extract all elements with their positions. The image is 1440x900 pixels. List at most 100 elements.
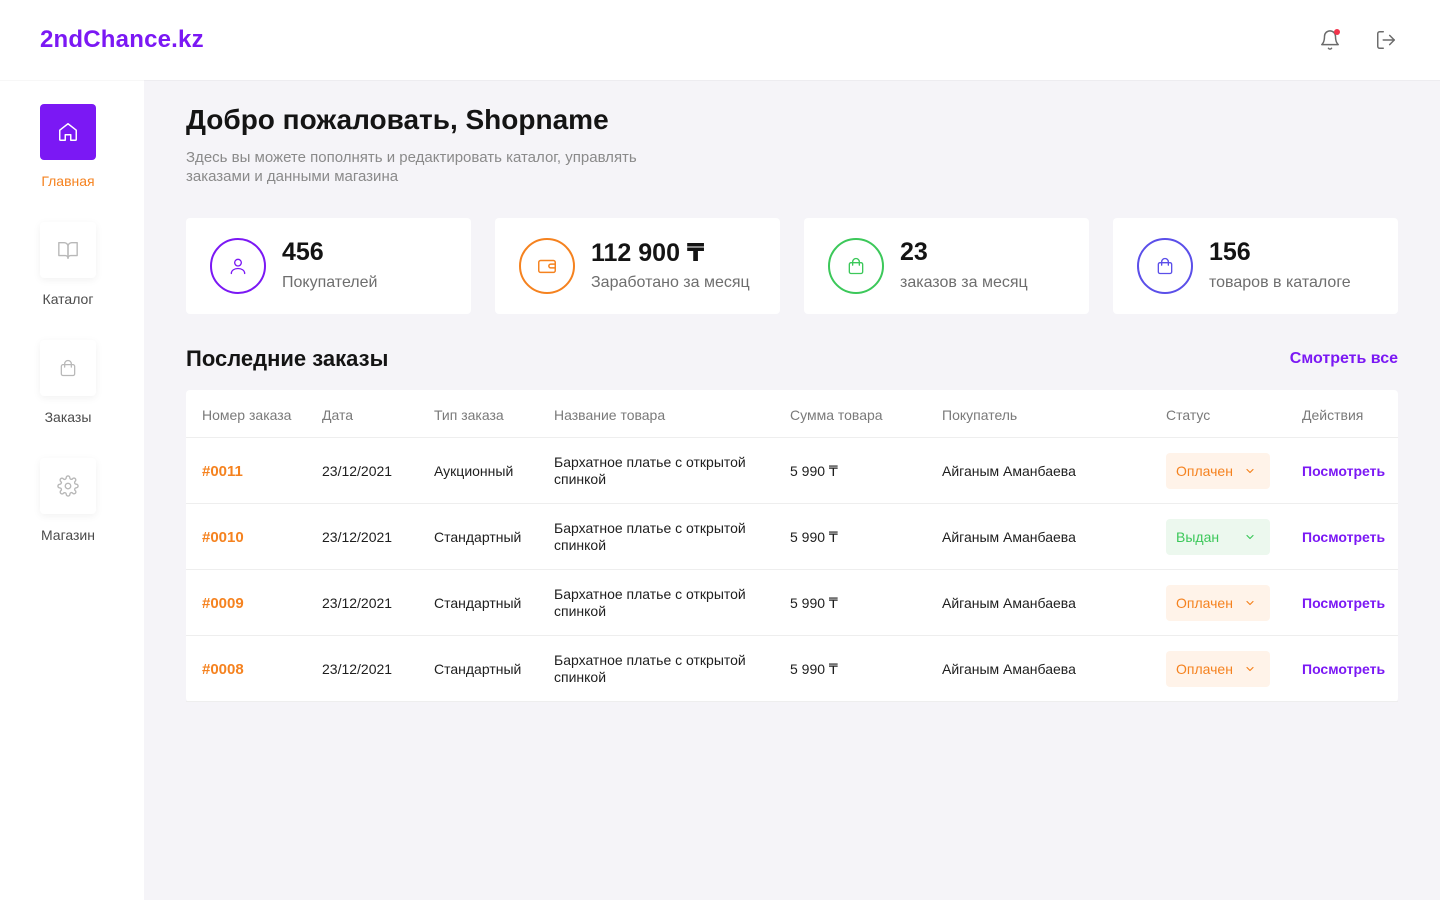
- chevron-down-icon: [1246, 666, 1254, 672]
- product-name: Бархатное платье с открытой спинкой: [554, 586, 746, 619]
- sidebar: Главная Каталог Заказы Магазин: [0, 80, 144, 900]
- sidebar-item-label: Каталог: [42, 291, 94, 307]
- chevron-down-icon: [1246, 534, 1254, 540]
- column-header: Название товара: [554, 407, 666, 423]
- table-row: #0011 23/12/2021 Аукционный Бархатное пл…: [186, 438, 1398, 504]
- orders-section-title: Последние заказы: [186, 346, 389, 371]
- bag-icon: [60, 359, 76, 377]
- book-icon: [58, 241, 78, 259]
- bag-icon: [848, 257, 864, 275]
- column-header: Дата: [322, 407, 354, 423]
- view-order-link[interactable]: Посмотреть: [1302, 504, 1385, 570]
- sidebar-button-catalog[interactable]: [40, 222, 96, 278]
- status-dropdown[interactable]: Оплачен: [1166, 651, 1270, 687]
- product-name: Бархатное платье с открытой спинкой: [554, 454, 746, 487]
- status-label: Оплачен: [1176, 463, 1233, 479]
- order-sum: 5 990 ₸: [790, 660, 838, 677]
- order-date: 23/12/2021: [322, 594, 393, 611]
- table-row: #0009 23/12/2021 Стандартный Бархатное п…: [186, 570, 1398, 636]
- order-sum: 5 990 ₸: [790, 528, 838, 545]
- sidebar-button-shop[interactable]: [40, 458, 96, 514]
- stat-icon-circle: [210, 238, 266, 294]
- sidebar-item-home[interactable]: Главная: [0, 104, 144, 204]
- order-sum: 5 990 ₸: [790, 594, 838, 611]
- sidebar-item-label: Главная: [41, 173, 95, 189]
- gear-icon: [57, 475, 79, 497]
- buyer-name: Айганым Аманбаева: [942, 660, 1076, 677]
- buyer-name: Айганым Аманбаева: [942, 462, 1076, 479]
- notifications-button[interactable]: [1316, 26, 1344, 54]
- home-icon: [59, 123, 77, 141]
- order-number-link[interactable]: #0011: [202, 438, 243, 504]
- status-label: Выдан: [1176, 529, 1220, 545]
- top-bar: 2ndChance.kz: [0, 0, 1440, 80]
- sidebar-item-shop[interactable]: Магазин: [0, 458, 144, 558]
- stat-icon-circle: [828, 238, 884, 294]
- order-type: Стандартный: [434, 528, 522, 545]
- status-dropdown[interactable]: Выдан: [1166, 519, 1270, 555]
- status-label: Оплачен: [1176, 661, 1233, 677]
- page-subtitle: Здесь вы можете пополнять и редактироват…: [186, 149, 637, 185]
- sidebar-button-orders[interactable]: [40, 340, 96, 396]
- order-type: Аукционный: [434, 462, 514, 479]
- column-header: Тип заказа: [434, 407, 504, 423]
- sidebar-button-home[interactable]: [40, 104, 96, 160]
- app-logo[interactable]: 2ndChance.kz: [40, 26, 204, 54]
- stat-value: 112 900 ₸: [591, 239, 705, 267]
- status-label: Оплачен: [1176, 595, 1233, 611]
- column-header: Действия: [1302, 407, 1364, 423]
- order-type: Стандартный: [434, 660, 522, 677]
- order-number-link[interactable]: #0009: [202, 570, 244, 636]
- orders-table: Номер заказа Дата Тип заказа Название то…: [186, 390, 1398, 702]
- order-type: Стандартный: [434, 594, 522, 611]
- view-order-link[interactable]: Посмотреть: [1302, 570, 1385, 636]
- column-header: Номер заказа: [202, 407, 292, 423]
- view-all-link[interactable]: Смотреть все: [1290, 350, 1398, 368]
- stat-label: Покупателей: [282, 274, 378, 291]
- wallet-icon: [538, 259, 556, 274]
- order-sum: 5 990 ₸: [790, 462, 838, 479]
- chevron-down-icon: [1246, 468, 1254, 474]
- logout-icon: [1377, 31, 1395, 49]
- sidebar-item-label: Магазин: [40, 527, 95, 543]
- view-order-link[interactable]: Посмотреть: [1302, 438, 1385, 504]
- order-number-link[interactable]: #0010: [202, 504, 244, 570]
- view-order-link[interactable]: Посмотреть: [1302, 636, 1385, 702]
- notification-dot: [1334, 29, 1340, 35]
- buyer-name: Айганым Аманбаева: [942, 528, 1076, 545]
- stat-card-orders: 23 заказов за месяц: [804, 218, 1089, 314]
- order-number-link[interactable]: #0008: [202, 636, 244, 702]
- column-header: Статус: [1166, 407, 1211, 423]
- stat-label: товаров в каталоге: [1209, 274, 1351, 291]
- order-date: 23/12/2021: [322, 528, 393, 545]
- stat-icon-circle: [1137, 238, 1193, 294]
- order-date: 23/12/2021: [322, 462, 393, 479]
- table-row: #0010 23/12/2021 Стандартный Бархатное п…: [186, 504, 1398, 570]
- product-name: Бархатное платье с открытой спинкой: [554, 652, 746, 685]
- sidebar-item-orders[interactable]: Заказы: [0, 340, 144, 440]
- stat-card-customers: 456 Покупателей: [186, 218, 471, 314]
- table-row: #0008 23/12/2021 Стандартный Бархатное п…: [186, 636, 1398, 702]
- bag-icon: [1157, 257, 1173, 275]
- status-dropdown[interactable]: Оплачен: [1166, 585, 1270, 621]
- status-dropdown[interactable]: Оплачен: [1166, 453, 1270, 489]
- stat-card-earnings: 112 900 ₸ Заработано за месяц: [495, 218, 780, 314]
- stat-label: Заработано за месяц: [591, 274, 750, 291]
- stat-value: 456: [282, 238, 324, 266]
- table-header: Номер заказа Дата Тип заказа Название то…: [186, 390, 1398, 438]
- buyer-name: Айганым Аманбаева: [942, 594, 1076, 611]
- chevron-down-icon: [1246, 600, 1254, 606]
- user-icon: [230, 258, 246, 275]
- order-date: 23/12/2021: [322, 660, 393, 677]
- stat-icon-circle: [519, 238, 575, 294]
- column-header: Покупатель: [942, 407, 1018, 423]
- stat-value: 156: [1209, 238, 1251, 266]
- stat-label: заказов за месяц: [900, 274, 1028, 291]
- sidebar-item-catalog[interactable]: Каталог: [0, 222, 144, 322]
- sidebar-item-label: Заказы: [44, 409, 92, 425]
- product-name: Бархатное платье с открытой спинкой: [554, 520, 746, 553]
- stat-value: 23: [900, 238, 928, 266]
- logout-button[interactable]: [1372, 26, 1400, 54]
- stat-card-catalog: 156 товаров в каталоге: [1113, 218, 1398, 314]
- page-title: Добро пожаловать, Shopname: [186, 104, 609, 135]
